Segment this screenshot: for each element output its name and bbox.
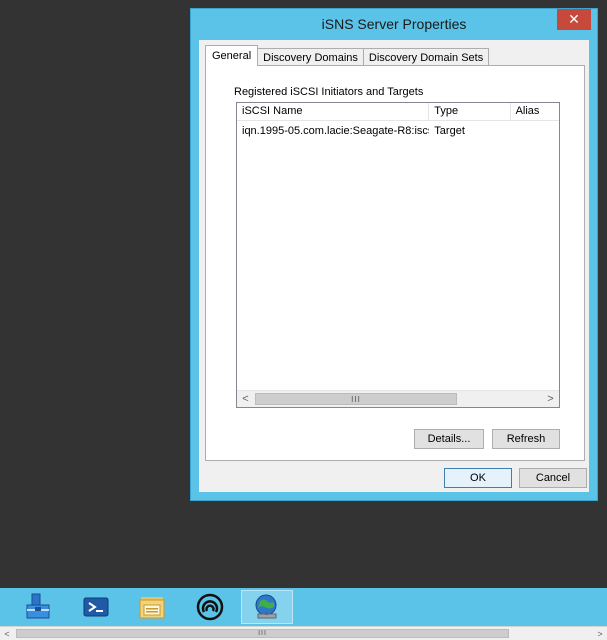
title-bar[interactable]: iSNS Server Properties ✕ xyxy=(191,9,597,39)
scrollbar-thumb[interactable]: III xyxy=(255,393,457,405)
tab-general[interactable]: General xyxy=(205,45,259,66)
dialog-title: iSNS Server Properties xyxy=(321,16,467,32)
list-item-type: Target xyxy=(434,125,465,137)
taskbar-isns-server[interactable] xyxy=(241,590,293,624)
initiators-targets-list[interactable]: iSCSI Name Type Alias iqn.1995-05.com.la… xyxy=(236,102,560,408)
tab-discovery-domain-sets[interactable]: Discovery Domain Sets xyxy=(362,48,490,66)
ok-button[interactable]: OK xyxy=(444,468,512,488)
desktop-horizontal-scrollbar[interactable]: < III > xyxy=(0,626,607,640)
refresh-button[interactable]: Refresh xyxy=(492,429,560,449)
close-button[interactable]: ✕ xyxy=(557,9,591,30)
taskbar xyxy=(0,588,607,626)
column-header-alias[interactable]: Alias xyxy=(511,103,559,121)
list-item[interactable]: iqn.1995-05.com.lacie:Seagate-R8:iscsi1 … xyxy=(237,123,559,139)
scrollbar-thumb[interactable]: III xyxy=(16,629,509,638)
isns-server-icon xyxy=(255,594,277,619)
isns-properties-dialog: iSNS Server Properties ✕ General Discove… xyxy=(190,8,598,501)
section-label: Registered iSCSI Initiators and Targets xyxy=(234,86,424,98)
server-manager-icon xyxy=(26,593,50,619)
column-header-iscsi-name[interactable]: iSCSI Name xyxy=(237,103,430,121)
list-item-iscsi-name: iqn.1995-05.com.lacie:Seagate-R8:iscsi1 xyxy=(242,125,430,137)
details-button[interactable]: Details... xyxy=(414,429,484,449)
taskbar-server-manager[interactable] xyxy=(12,590,64,624)
dialog-client-area: General Discovery Domains Discovery Doma… xyxy=(199,40,589,492)
scroll-right-icon[interactable]: > xyxy=(542,391,559,407)
file-explorer-icon xyxy=(139,597,165,619)
scroll-right-icon[interactable]: > xyxy=(593,627,607,640)
close-icon: ✕ xyxy=(568,11,580,27)
cancel-button[interactable]: Cancel xyxy=(519,468,587,488)
powershell-icon xyxy=(83,597,109,617)
list-item-alias xyxy=(511,123,559,139)
taskbar-file-explorer[interactable] xyxy=(126,590,178,624)
list-horizontal-scrollbar[interactable]: < III > xyxy=(237,390,559,407)
taskbar-seagate[interactable] xyxy=(184,590,236,624)
scroll-left-icon[interactable]: < xyxy=(237,391,254,407)
seagate-icon xyxy=(196,593,224,621)
column-header-type[interactable]: Type xyxy=(429,103,511,121)
tab-discovery-domains[interactable]: Discovery Domains xyxy=(257,48,364,66)
list-header: iSCSI Name Type Alias xyxy=(237,103,559,121)
taskbar-powershell[interactable] xyxy=(70,590,122,624)
scroll-left-icon[interactable]: < xyxy=(0,627,14,640)
general-tab-page: Registered iSCSI Initiators and Targets … xyxy=(205,65,585,461)
tab-strip: General Discovery Domains Discovery Doma… xyxy=(205,45,490,66)
